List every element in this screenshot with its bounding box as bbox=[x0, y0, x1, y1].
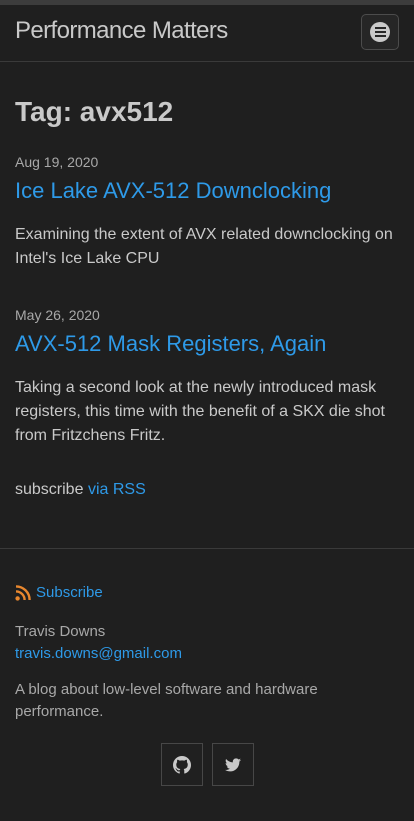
menu-toggle-button[interactable] bbox=[361, 14, 399, 50]
site-footer: Subscribe Travis Downs travis.downs@gmai… bbox=[0, 548, 414, 821]
site-description: A blog about low-level software and hard… bbox=[15, 681, 318, 720]
post-excerpt: Examining the extent of AVX related down… bbox=[15, 226, 393, 267]
site-header: Performance Matters bbox=[0, 5, 414, 62]
rss-icon bbox=[15, 584, 31, 601]
author-name: Travis Downs bbox=[15, 623, 106, 640]
post-excerpt: Taking a second look at the newly introd… bbox=[15, 379, 385, 444]
footer-subscribe-link[interactable]: Subscribe bbox=[36, 584, 103, 601]
subscribe-text: subscribe bbox=[15, 481, 84, 498]
bars-circle-icon bbox=[370, 22, 390, 42]
twitter-button[interactable] bbox=[212, 743, 254, 786]
post-title-link[interactable]: AVX-512 Mask Registers, Again bbox=[15, 331, 326, 357]
page-heading: Tag: avx512 bbox=[15, 96, 174, 127]
subscribe-line: subscribe via RSS bbox=[15, 480, 146, 500]
post-date: May 26, 2020 bbox=[15, 307, 100, 323]
github-button[interactable] bbox=[161, 743, 203, 786]
site-title-link[interactable]: Performance Matters bbox=[15, 17, 228, 45]
github-icon bbox=[173, 755, 191, 774]
rss-link[interactable]: via RSS bbox=[88, 481, 146, 498]
post-title-link[interactable]: Ice Lake AVX-512 Downclocking bbox=[15, 178, 331, 204]
post-date: Aug 19, 2020 bbox=[15, 154, 99, 170]
footer-subscribe[interactable]: Subscribe bbox=[15, 584, 103, 601]
twitter-icon bbox=[225, 757, 241, 771]
email-link[interactable]: travis.downs@gmail.com bbox=[15, 645, 182, 662]
